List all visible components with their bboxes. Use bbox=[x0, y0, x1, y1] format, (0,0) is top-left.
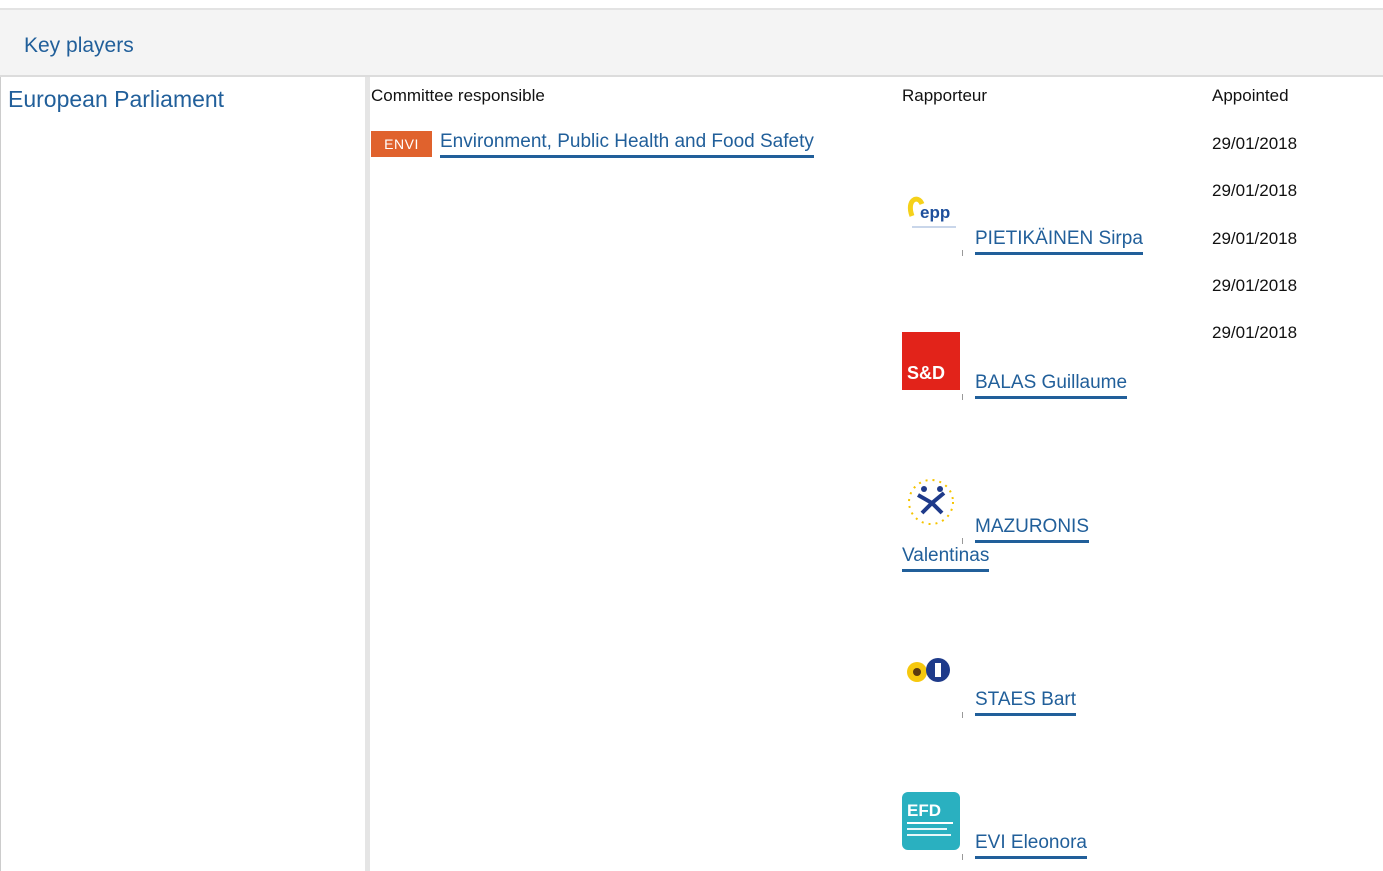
committee-link[interactable]: Environment, Public Health and Food Safe… bbox=[440, 130, 814, 158]
svg-text:S&D: S&D bbox=[907, 363, 945, 383]
appointed-date: 29/01/2018 bbox=[1212, 181, 1298, 200]
alde-logo-icon bbox=[902, 473, 960, 531]
svg-text:epp: epp bbox=[920, 203, 950, 222]
svg-text:EFD: EFD bbox=[907, 801, 941, 820]
appointed-date: 29/01/2018 bbox=[1212, 229, 1298, 248]
epp-logo-icon: epp bbox=[902, 186, 960, 244]
sd-logo-icon: S&D bbox=[902, 332, 960, 390]
efdd-logo-icon: EFD bbox=[902, 792, 960, 850]
rapporteur-link[interactable]: EVI Eleonora bbox=[975, 831, 1087, 859]
column-divider bbox=[365, 77, 370, 871]
rapporteur-link[interactable]: BALAS Guillaume bbox=[975, 371, 1128, 399]
appointed-date: 29/01/2018 bbox=[1212, 134, 1298, 153]
section-title: Key players bbox=[24, 34, 134, 57]
rapporteur-link-line1[interactable]: MAZURONIS bbox=[975, 515, 1089, 543]
institution-name: European Parliament bbox=[8, 86, 225, 112]
committee-badge: ENVI bbox=[371, 131, 432, 157]
committee-column-header: Committee responsible bbox=[371, 86, 545, 105]
rapporteur-link[interactable]: PIETIKÄINEN Sirpa bbox=[975, 227, 1143, 255]
greens-efa-logo-icon bbox=[902, 650, 960, 708]
rapporteur-link-line2[interactable]: Valentinas bbox=[902, 544, 990, 572]
rapporteur-column-header: Rapporteur bbox=[902, 86, 988, 105]
rapporteur-link[interactable]: STAES Bart bbox=[975, 688, 1077, 716]
key-players-header: Key players bbox=[0, 10, 1383, 77]
left-edge bbox=[0, 77, 1, 871]
appointed-column-header: Appointed bbox=[1212, 86, 1289, 105]
appointed-date: 29/01/2018 bbox=[1212, 276, 1298, 295]
appointed-date: 29/01/2018 bbox=[1212, 323, 1298, 342]
